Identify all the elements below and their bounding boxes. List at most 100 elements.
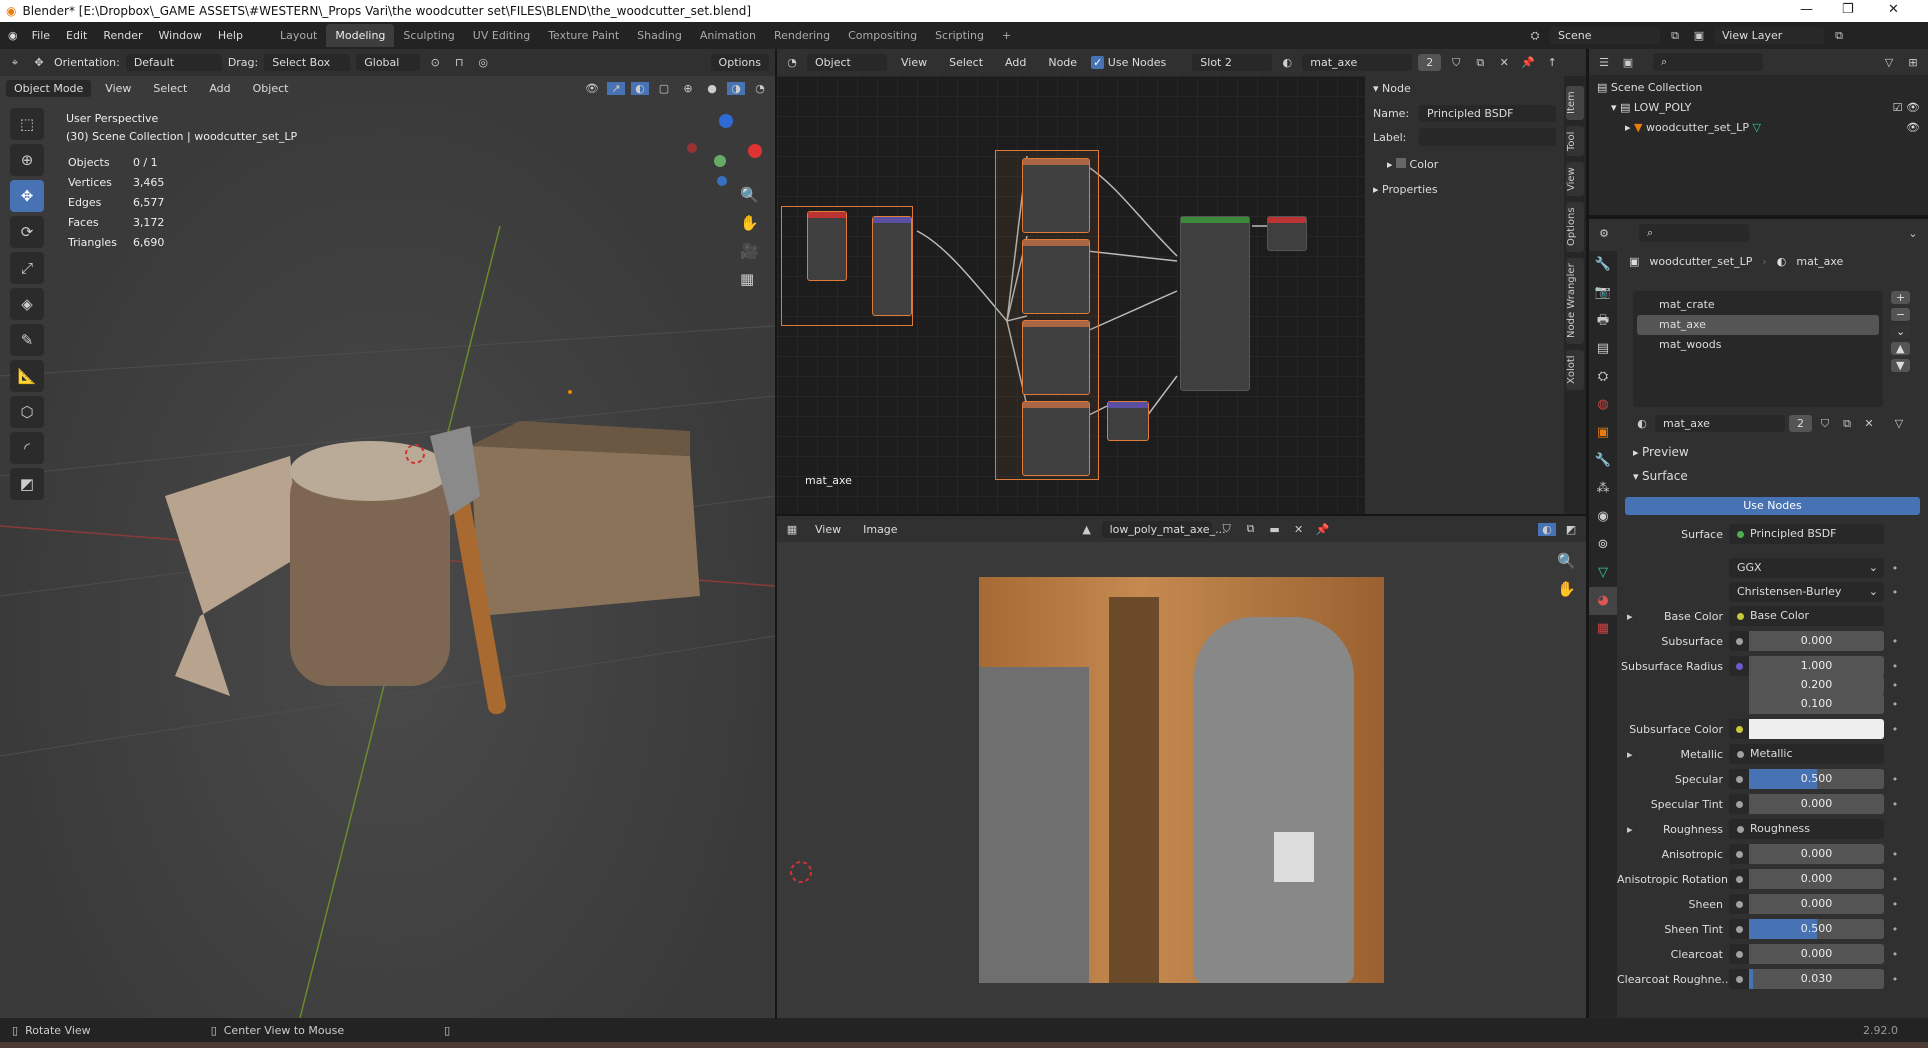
socket-button[interactable] xyxy=(1729,794,1749,814)
keyframe-dot[interactable]: • xyxy=(1888,898,1902,911)
properties-subpanel[interactable]: ▸ Properties xyxy=(1373,183,1556,196)
pan-hand-icon[interactable]: ✋ xyxy=(1557,580,1576,598)
outliner-item-object[interactable]: ▸ ▼ woodcutter_set_LP ▽ 👁 xyxy=(1597,121,1920,141)
distribution-dropdown[interactable]: GGX ⌄ xyxy=(1729,558,1884,578)
proportional-edit-icon[interactable]: ◎ xyxy=(474,56,492,69)
value-slider[interactable]: 0.100 xyxy=(1749,694,1884,714)
keyframe-dot[interactable]: • xyxy=(1888,773,1902,786)
world-tab-icon[interactable]: ◍ xyxy=(1589,391,1617,419)
editor-type-icon[interactable]: ◔ xyxy=(783,56,801,69)
grid-view-icon[interactable]: ▦ xyxy=(740,270,759,288)
snap-icon[interactable]: ⊓ xyxy=(450,56,468,69)
socket-button[interactable] xyxy=(1729,944,1749,964)
menu-view[interactable]: View xyxy=(807,523,849,536)
socket-button[interactable] xyxy=(1729,869,1749,889)
editor-type-icon[interactable]: ☰ xyxy=(1595,56,1613,69)
menu-view[interactable]: View xyxy=(97,82,139,95)
slot-specials-button[interactable]: ⌄ xyxy=(1891,325,1911,338)
drag-dropdown[interactable]: Select Box xyxy=(264,54,351,71)
image-texture-node[interactable] xyxy=(1022,239,1090,314)
scale-tool[interactable]: ⤢ xyxy=(10,252,44,284)
outliner-search[interactable]: ⌕ xyxy=(1653,53,1763,71)
keyframe-dot[interactable]: • xyxy=(1888,660,1902,673)
orientation-dropdown[interactable]: Default xyxy=(125,54,222,71)
close-button[interactable]: ✕ xyxy=(1888,2,1899,17)
add-cube-tool[interactable]: ⬡ xyxy=(10,396,44,428)
add-workspace-button[interactable]: + xyxy=(993,24,1020,47)
new-scene-icon[interactable]: ⧉ xyxy=(1666,29,1684,43)
tab-view[interactable]: View xyxy=(1566,162,1584,196)
add-slot-button[interactable]: + xyxy=(1891,291,1911,304)
material-slot[interactable]: mat_crate xyxy=(1637,295,1879,315)
image-name-field[interactable]: low_poly_mat_axe_... xyxy=(1101,520,1226,538)
scene-selector[interactable]: Scene xyxy=(1550,27,1660,44)
render-tab-icon[interactable]: 📷 xyxy=(1589,279,1617,307)
tab-texture-paint[interactable]: Texture Paint xyxy=(539,24,628,47)
image-texture-node[interactable] xyxy=(1022,158,1090,233)
tab-modeling[interactable]: Modeling xyxy=(326,24,395,47)
subsurface-method-dropdown[interactable]: Christensen-Burley ⌄ xyxy=(1729,582,1884,602)
socket-button[interactable] xyxy=(1729,631,1749,651)
overlay-toggle-icon[interactable]: ◐ xyxy=(1538,522,1556,536)
bevel-tool[interactable]: ◜ xyxy=(10,432,44,464)
menu-add[interactable]: Add xyxy=(201,82,238,95)
unlink-icon[interactable]: ✕ xyxy=(1860,417,1878,430)
minimize-button[interactable]: — xyxy=(1800,2,1813,17)
filter-icon[interactable]: ▽ xyxy=(1880,56,1898,69)
keyframe-dot[interactable]: • xyxy=(1888,798,1902,811)
material-shading-icon[interactable]: ◑ xyxy=(727,81,745,95)
material-browse-icon[interactable]: ◐ xyxy=(1633,417,1651,430)
value-slider[interactable]: 0.000 xyxy=(1749,844,1884,864)
move-slot-up-button[interactable]: ▲ xyxy=(1891,342,1911,355)
editor-type-icon[interactable]: ▦ xyxy=(783,523,801,536)
visibility-icon[interactable]: ☑ 👁 xyxy=(1893,101,1920,114)
unlink-icon[interactable]: ✕ xyxy=(1495,56,1513,69)
socket-button[interactable] xyxy=(1729,844,1749,864)
cursor-tool[interactable]: ⊕ xyxy=(10,144,44,176)
pan-hand-icon[interactable]: ✋ xyxy=(740,214,759,232)
pin-icon[interactable]: 📌 xyxy=(1314,523,1332,536)
view-layer-icon[interactable]: ▣ xyxy=(1690,29,1708,42)
overlay-toggle-icon[interactable]: ◐ xyxy=(631,81,649,95)
menu-object[interactable]: Object xyxy=(245,82,297,95)
material-name-field[interactable]: mat_axe xyxy=(1302,54,1413,71)
tab-compositing[interactable]: Compositing xyxy=(839,24,926,47)
image-browse-icon[interactable]: ▲ xyxy=(1078,523,1096,536)
preview-panel-header[interactable]: ▸ Preview xyxy=(1633,445,1689,459)
editor-type-icon[interactable]: ⌖ xyxy=(6,56,24,70)
view-layer-tab-icon[interactable]: ▤ xyxy=(1589,335,1617,363)
blender-menu-icon[interactable]: ◉ xyxy=(8,29,18,42)
tab-tool[interactable]: Tool xyxy=(1566,126,1584,156)
value-slider[interactable]: 0.000 xyxy=(1749,944,1884,964)
tab-animation[interactable]: Animation xyxy=(691,24,765,47)
value-slider[interactable]: 0.500 xyxy=(1749,919,1884,939)
tool-tab-icon[interactable]: 🔧 xyxy=(1589,251,1617,279)
editor-type-icon[interactable]: ⚙ xyxy=(1595,227,1613,240)
tab-scripting[interactable]: Scripting xyxy=(926,24,993,47)
keyframe-dot[interactable]: • xyxy=(1888,586,1902,599)
keyframe-dot[interactable]: • xyxy=(1888,635,1902,648)
material-slot-selected[interactable]: mat_axe xyxy=(1637,315,1879,335)
display-mode-icon[interactable]: ▣ xyxy=(1619,56,1637,69)
constraints-tab-icon[interactable]: ⊚ xyxy=(1589,531,1617,559)
data-tab-icon[interactable]: ▽ xyxy=(1589,559,1617,587)
annotate-tool[interactable]: ✎ xyxy=(10,324,44,356)
menu-render[interactable]: Render xyxy=(95,29,150,42)
keyframe-dot[interactable]: • xyxy=(1888,973,1902,986)
input-link-field[interactable]: Roughness xyxy=(1729,819,1884,839)
value-slider[interactable]: 0.000 xyxy=(1749,794,1884,814)
texture-tab-icon[interactable]: ▦ xyxy=(1589,615,1617,643)
value-slider[interactable]: 0.030 xyxy=(1749,969,1884,989)
new-image-icon[interactable]: ⧉ xyxy=(1242,522,1260,536)
move-tool[interactable]: ✥ xyxy=(10,180,44,212)
particles-tab-icon[interactable]: ⁂ xyxy=(1589,475,1617,503)
new-view-layer-icon[interactable]: ⧉ xyxy=(1830,29,1848,43)
socket-button[interactable] xyxy=(1729,719,1749,739)
physics-tab-icon[interactable]: ◉ xyxy=(1589,503,1617,531)
menu-node[interactable]: Node xyxy=(1040,56,1085,69)
mode-dropdown[interactable]: Object Mode xyxy=(6,79,92,97)
tab-xolotl[interactable]: Xolotl xyxy=(1566,350,1584,390)
socket-button[interactable] xyxy=(1729,894,1749,914)
keyframe-dot[interactable]: • xyxy=(1888,873,1902,886)
visibility-icon[interactable]: 👁 xyxy=(583,82,601,95)
